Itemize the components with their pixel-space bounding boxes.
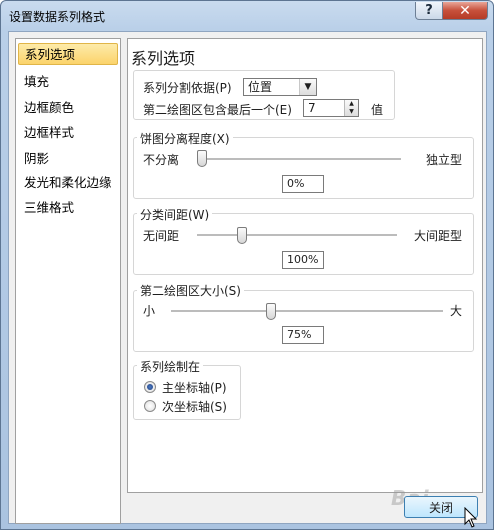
explosion-value-field[interactable]: 0% — [282, 175, 324, 193]
size-slider-thumb[interactable] — [266, 303, 277, 320]
gap-slider-track[interactable] — [197, 234, 397, 237]
nav-item-border-color[interactable]: 边框颜色 — [18, 97, 118, 119]
mouse-pointer-icon — [464, 507, 478, 528]
explosion-min-label: 不分离 — [143, 153, 180, 167]
split-by-label: 系列分割依据(P) — [143, 81, 232, 95]
nav-item-glow-soft-edges[interactable]: 发光和柔化边缘 — [18, 172, 118, 194]
title-bar[interactable]: 设置数据系列格式 ? ✕ — [1, 1, 493, 31]
spin-up-icon[interactable]: ▲ — [345, 100, 358, 108]
second-plot-values-value: 7 — [308, 101, 316, 115]
size-value-field[interactable]: 75% — [282, 326, 324, 344]
nav-item-3d-format[interactable]: 三维格式 — [18, 197, 118, 219]
split-by-value: 位置 — [248, 80, 273, 94]
plot-on-legend: 系列绘制在 — [137, 358, 204, 375]
close-dialog-label: 关闭 — [428, 500, 453, 515]
gap-slider-thumb[interactable] — [237, 227, 247, 244]
second-plot-values-unit: 值 — [371, 103, 384, 117]
panel-heading: 系列选项 — [131, 49, 196, 68]
help-button[interactable]: ? — [415, 2, 443, 20]
chevron-down-icon[interactable]: ▼ — [299, 79, 316, 95]
spinner-buttons[interactable]: ▲ ▼ — [344, 100, 358, 116]
second-plot-values-label: 第二绘图区包含最后一个(E) — [143, 103, 292, 117]
nav-item-series-options[interactable]: 系列选项 — [18, 43, 118, 65]
window-close-button[interactable]: ✕ — [442, 2, 488, 20]
nav-item-border-style[interactable]: 边框样式 — [18, 122, 118, 144]
primary-axis-radio[interactable] — [144, 381, 156, 393]
nav-item-fill[interactable]: 填充 — [18, 71, 118, 93]
size-min-label: 小 — [143, 304, 156, 318]
split-by-select[interactable]: 位置 ▼ — [243, 78, 317, 96]
nav-item-shadow[interactable]: 阴影 — [18, 148, 118, 170]
gap-value-field[interactable]: 100% — [282, 251, 324, 269]
window-title: 设置数据系列格式 — [9, 10, 106, 24]
explosion-max-label: 独立型 — [426, 153, 463, 167]
gap-legend: 分类间距(W) — [137, 206, 213, 223]
size-legend: 第二绘图区大小(S) — [137, 282, 244, 299]
gap-max-label: 大间距型 — [414, 229, 463, 243]
close-icon: ✕ — [459, 2, 471, 19]
gap-min-label: 无间距 — [143, 229, 180, 243]
size-max-label: 大 — [450, 304, 463, 318]
secondary-axis-radio[interactable] — [144, 400, 156, 412]
size-slider-track[interactable] — [171, 310, 443, 313]
category-list: 系列选项 填充 边框颜色 边框样式 阴影 发光和柔化边缘 三维格式 — [15, 38, 121, 524]
second-plot-values-spinner[interactable]: 7 ▲ ▼ — [303, 99, 359, 117]
help-icon: ? — [425, 3, 433, 18]
explosion-legend: 饼图分离程度(X) — [137, 130, 233, 147]
explosion-slider-thumb[interactable] — [197, 150, 207, 167]
primary-axis-label[interactable]: 主坐标轴(P) — [162, 379, 227, 396]
explosion-slider-track[interactable] — [197, 158, 401, 161]
dialog-window: 设置数据系列格式 ? ✕ 系列选项 填充 边框颜色 边框样式 阴影 发光和柔化边… — [0, 0, 494, 530]
secondary-axis-label[interactable]: 次坐标轴(S) — [162, 398, 227, 415]
spin-down-icon[interactable]: ▼ — [345, 108, 358, 116]
